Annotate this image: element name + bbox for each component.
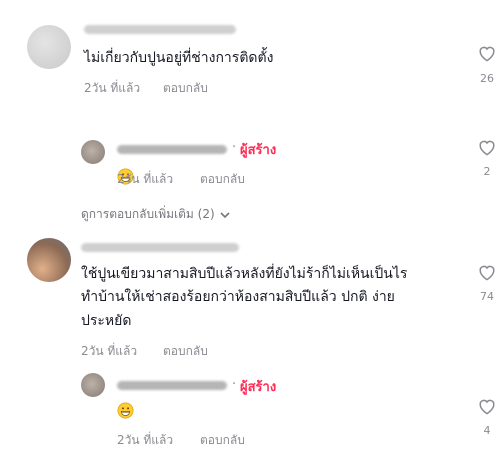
reply-timestamp: 2วัน ที่แล้ว	[117, 433, 174, 447]
heart-icon	[479, 46, 495, 62]
creator-badge: ผู้สร้าง	[240, 143, 277, 158]
chevron-down-icon	[220, 211, 230, 218]
comment-username[interactable]	[81, 243, 239, 252]
view-more-replies-button[interactable]: ดูการตอบกลับเพิ่มเติม (2)	[81, 205, 231, 224]
reply-avatar[interactable]	[81, 373, 105, 397]
like-button[interactable]	[477, 45, 497, 66]
separator-dot: ·	[232, 140, 237, 155]
comment-text-line: ทำบ้านให้เช่าสองร้อยกว่าห้องสามสิบปีแล้ว…	[81, 289, 395, 305]
heart-icon	[479, 399, 495, 415]
like-count: 2	[483, 165, 491, 178]
reply-avatar[interactable]	[81, 140, 105, 164]
like-count: 26	[480, 72, 494, 85]
comment-text-line: ประหยัด	[81, 313, 132, 329]
comment-avatar[interactable]	[27, 238, 71, 282]
reply-timestamp: 2วัน ที่แล้ว	[117, 172, 174, 186]
view-more-replies-label: ดูการตอบกลับเพิ่มเติม (2)	[81, 207, 215, 221]
comment-text-line: ใช้ปูนเขียวมาสามสิบปีแล้วหลังที่ยังไม่ร้…	[81, 266, 408, 282]
reply-button[interactable]: ตอบกลับ	[163, 79, 208, 98]
reply-button[interactable]: ตอบกลับ	[200, 170, 245, 189]
heart-icon	[479, 265, 495, 281]
like-button[interactable]	[477, 264, 497, 285]
comment-text: ไม่เกี่ยวกับปูนอยู่ที่ช่างการติดตั้ง	[84, 50, 274, 66]
comment-username[interactable]	[84, 25, 236, 34]
like-button[interactable]	[477, 139, 497, 160]
creator-badge: ผู้สร้าง	[240, 380, 277, 395]
like-button[interactable]	[477, 398, 497, 419]
comment-avatar[interactable]	[27, 25, 71, 69]
reply-username[interactable]	[117, 145, 227, 154]
reply-button[interactable]: ตอบกลับ	[200, 431, 245, 450]
reply-username[interactable]	[117, 381, 227, 390]
grinning-face-emoji	[117, 402, 134, 423]
reply-button[interactable]: ตอบกลับ	[163, 342, 208, 361]
comment-timestamp: 2วัน ที่แล้ว	[84, 81, 141, 95]
like-count: 74	[480, 290, 494, 303]
separator-dot: ·	[232, 377, 237, 392]
like-count: 4	[483, 424, 491, 437]
comment-timestamp: 2วัน ที่แล้ว	[81, 344, 138, 358]
heart-icon	[479, 140, 495, 156]
